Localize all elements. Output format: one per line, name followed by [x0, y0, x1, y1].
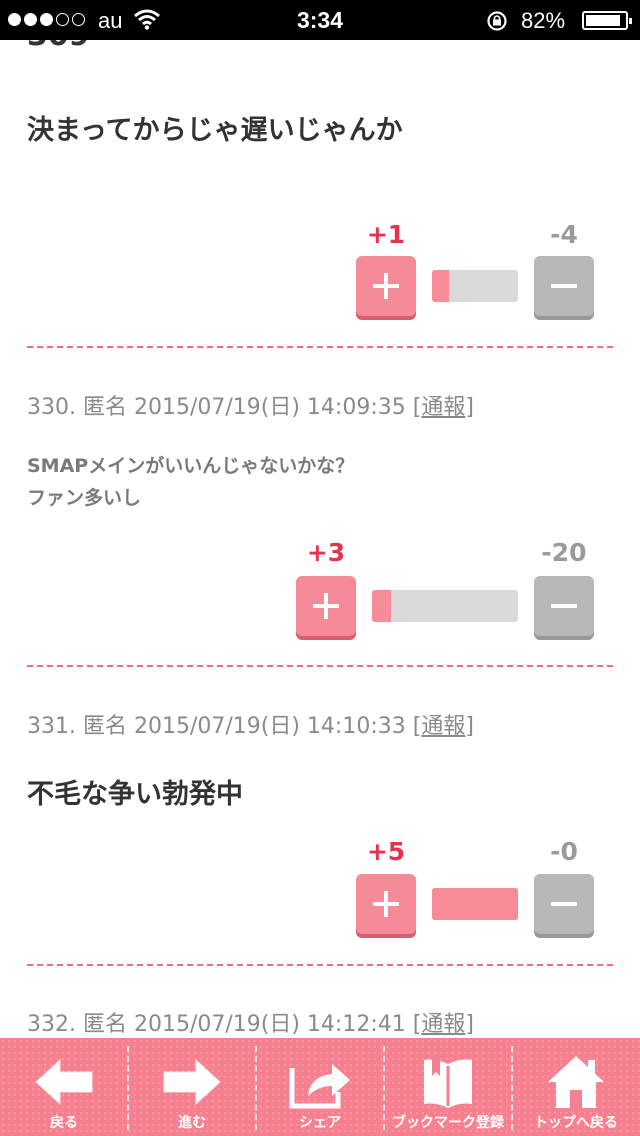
bookmark-button[interactable]: ブックマーク登録 — [384, 1038, 512, 1136]
vote-ratio-bar — [432, 270, 518, 302]
minus-count: -0 — [550, 837, 578, 866]
plus-icon — [373, 891, 399, 917]
plus-count: +3 — [306, 538, 346, 567]
comment-body: 決まってからじゃ遅いじゃんか — [27, 115, 403, 146]
back-button[interactable]: 戻る — [0, 1038, 128, 1136]
comment-meta: 330. 匿名 2015/07/19(日) 14:09:35 [通報] — [27, 395, 474, 420]
plus-button[interactable] — [356, 874, 416, 934]
carrier-name: au — [98, 8, 123, 33]
plus-count: +5 — [366, 837, 406, 866]
plus-icon — [313, 593, 339, 619]
wifi-icon — [134, 9, 160, 30]
share-icon — [289, 1064, 350, 1109]
report-link[interactable]: 通報 — [421, 1012, 465, 1037]
battery-percentage: 82% — [521, 8, 566, 33]
share-button[interactable]: シェア — [256, 1038, 384, 1136]
comment-body: 不毛な争い勃発中 — [27, 779, 243, 810]
back-to-top-button[interactable]: トップへ戻る — [512, 1038, 640, 1136]
comment-list[interactable]: 309 決まってからじゃ遅いじゃんか +1 -4 330. 匿名 2015/07… — [0, 40, 640, 1038]
plus-icon — [373, 273, 399, 299]
report-link[interactable]: 通報 — [421, 714, 465, 739]
report-link[interactable]: 通報 — [421, 395, 465, 420]
comment-meta: 331. 匿名 2015/07/19(日) 14:10:33 [通報] — [27, 714, 474, 739]
arrow-left-icon — [35, 1058, 93, 1106]
plus-button[interactable] — [296, 576, 356, 636]
plus-count: +1 — [366, 220, 406, 249]
comment-number-clipped: 309 — [27, 40, 90, 53]
minus-button[interactable] — [534, 874, 594, 934]
vote-ratio-bar — [432, 888, 518, 920]
minus-button[interactable] — [534, 256, 594, 316]
minus-icon — [551, 902, 577, 906]
minus-count: -20 — [541, 538, 587, 567]
rotation-lock-icon — [487, 11, 507, 31]
signal-strength-icon — [8, 13, 85, 26]
bottom-toolbar: 戻る 進む シェア ブックマーク登録 トップへ戻る — [0, 1038, 640, 1136]
minus-icon — [551, 604, 577, 608]
comment-body: SMAPメインがいいんじゃないかな？ ファン多いし — [27, 455, 355, 509]
minus-icon — [551, 284, 577, 288]
book-icon — [424, 1058, 472, 1108]
divider — [27, 964, 613, 966]
forward-button[interactable]: 進む — [128, 1038, 256, 1136]
arrow-right-icon — [163, 1058, 221, 1106]
divider — [27, 346, 613, 348]
status-bar: au 3:34 82% — [0, 0, 640, 40]
vote-ratio-bar — [372, 590, 518, 622]
divider — [27, 665, 613, 667]
home-icon — [548, 1056, 604, 1108]
minus-button[interactable] — [534, 576, 594, 636]
battery-icon — [582, 11, 632, 30]
minus-count: -4 — [550, 220, 578, 249]
plus-button[interactable] — [356, 256, 416, 316]
comment-meta: 332. 匿名 2015/07/19(日) 14:12:41 [通報] — [27, 1012, 474, 1037]
